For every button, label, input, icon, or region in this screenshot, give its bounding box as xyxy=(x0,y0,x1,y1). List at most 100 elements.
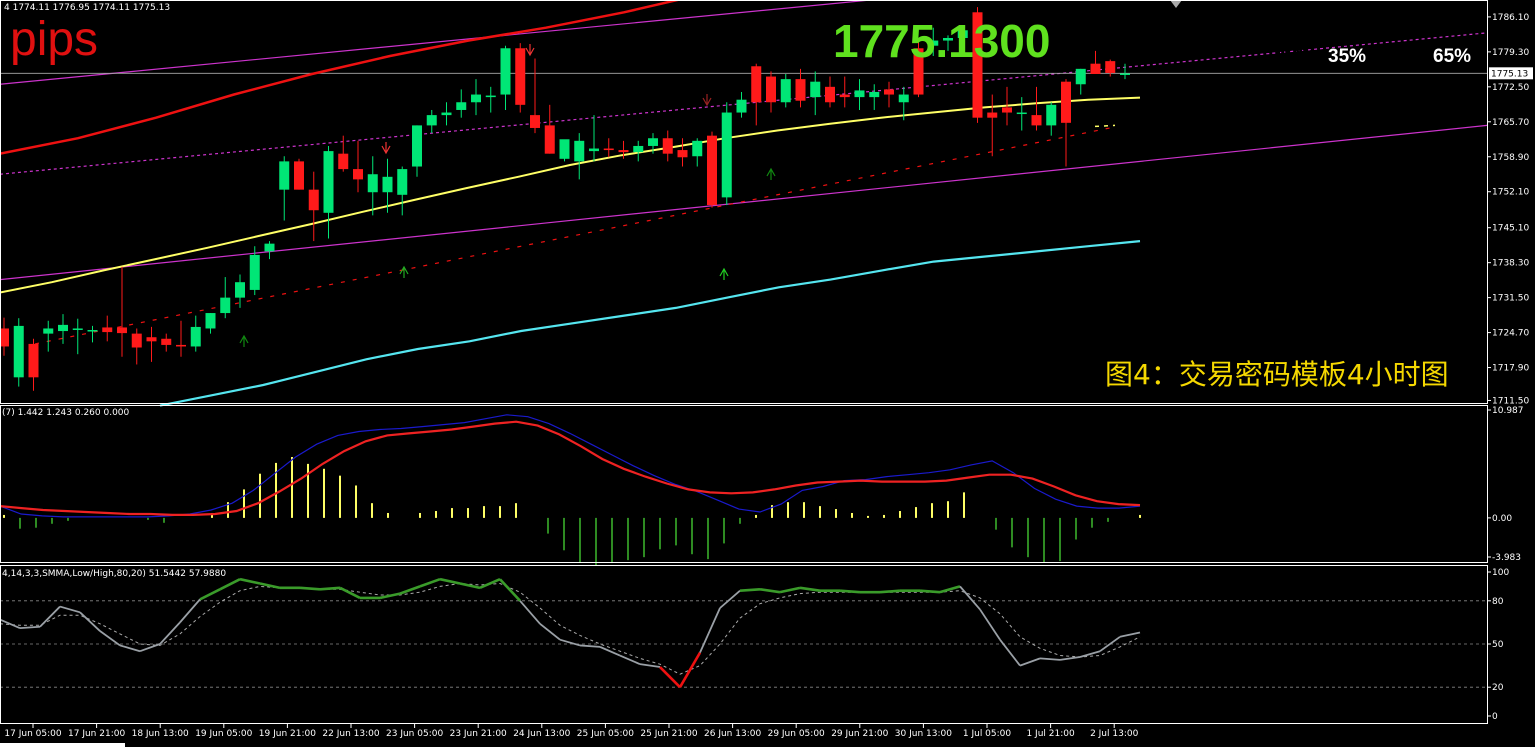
price-tag-text: 1775.13 xyxy=(1491,69,1528,79)
stoch-main-segment xyxy=(699,607,721,654)
time-tick-label: 1 Jul 05:00 xyxy=(963,729,1012,739)
candle-body xyxy=(87,330,98,332)
candle-body xyxy=(839,94,850,98)
candle-body xyxy=(633,145,644,153)
ma-yellow-line xyxy=(0,96,1141,294)
stoch-main-segment xyxy=(678,651,702,688)
stoch-main-segment xyxy=(479,578,501,590)
stoch-main-segment xyxy=(219,578,241,591)
candle-body xyxy=(220,297,231,314)
stoch-main-segment xyxy=(1059,656,1081,661)
ma-cyan-line xyxy=(159,240,1141,407)
macd-tick-label: -3.983 xyxy=(1492,553,1521,563)
price-tick-label: 1786.10 xyxy=(1492,13,1529,23)
candle-body xyxy=(530,115,540,128)
stoch-main-segment xyxy=(39,605,61,628)
candle-body xyxy=(382,176,393,193)
scrollbar-thumb xyxy=(0,743,125,747)
candle-body xyxy=(810,81,821,98)
candle-body xyxy=(707,135,717,206)
price-tick-label: 1779.30 xyxy=(1492,48,1529,58)
stoch-main-segment xyxy=(779,586,801,594)
price-tick-label: 1745.10 xyxy=(1492,224,1529,234)
time-tick-label: 1 Jul 21:00 xyxy=(1026,729,1075,739)
candle-body xyxy=(117,327,127,334)
time-tick-label: 17 Jun 21:00 xyxy=(68,729,125,739)
stoch-main-segment xyxy=(199,588,221,601)
stoch-main-segment xyxy=(299,586,321,591)
stoch-main-segment xyxy=(759,587,781,594)
price-tick-label: 1758.90 xyxy=(1492,153,1529,163)
stoch-main-segment xyxy=(799,586,821,593)
time-tick-label: 26 Jun 13:00 xyxy=(704,729,761,739)
stoch-tick-label: 0 xyxy=(1492,712,1498,722)
candle-body xyxy=(1031,115,1042,126)
candle-body xyxy=(264,243,275,252)
candle-body xyxy=(766,76,776,103)
stochastic-pane xyxy=(0,577,1487,689)
stoch-main-segment xyxy=(379,592,401,600)
big-price: 1775.1300 xyxy=(833,15,1051,67)
stoch-main-segment xyxy=(59,605,81,614)
candle-body xyxy=(603,148,614,151)
candle-body xyxy=(294,161,304,190)
price-tick-label: 1752.10 xyxy=(1492,188,1529,198)
stoch-main-segment xyxy=(419,577,441,588)
candle-body xyxy=(235,282,245,298)
candle-body xyxy=(559,139,570,159)
stoch-main-segment xyxy=(879,589,901,594)
stoch-main-segment xyxy=(159,621,181,645)
candle-body xyxy=(1075,68,1086,85)
channel-lower-line xyxy=(0,124,1488,281)
channel-upper-line xyxy=(0,0,877,85)
stoch-main-segment xyxy=(99,630,121,647)
buy-arrow-icon xyxy=(719,267,729,280)
candle-body xyxy=(544,125,555,154)
time-tick-label: 19 Jun 21:00 xyxy=(259,729,316,739)
stoch-main-segment xyxy=(499,578,521,602)
time-tick-label: 29 Jun 21:00 xyxy=(831,729,888,739)
price-tick-label: 1738.30 xyxy=(1492,259,1529,269)
candle-body xyxy=(618,150,629,153)
stoch-main-segment xyxy=(319,586,341,591)
candle-body xyxy=(161,338,172,345)
bay-label: BAY xyxy=(1276,46,1315,67)
time-tick-label: 23 Jun 05:00 xyxy=(386,729,443,739)
candle-body xyxy=(190,326,201,347)
candle-body xyxy=(721,112,732,198)
macd-tick-label: 0.00 xyxy=(1492,514,1512,524)
candle-body xyxy=(648,138,658,146)
candle-body xyxy=(898,94,909,103)
stoch-main-segment xyxy=(439,577,461,585)
candle-body xyxy=(338,153,349,170)
price-tick-label: 1765.70 xyxy=(1492,118,1529,128)
time-tick-label: 23 Jun 21:00 xyxy=(450,729,507,739)
time-tick-label: 25 Jun 05:00 xyxy=(577,729,634,739)
stoch-main-segment xyxy=(839,589,861,594)
time-tick-label: 18 Jun 13:00 xyxy=(132,729,189,739)
buy-arrow-icon xyxy=(399,265,409,278)
macd-pane-frame xyxy=(0,405,1488,563)
buy-arrow-icon xyxy=(766,167,776,180)
ma-red-line xyxy=(0,0,683,155)
stoch-main-segment xyxy=(1019,657,1041,667)
candle-body xyxy=(279,161,290,190)
candle-body xyxy=(28,343,39,378)
price-tick-label: 1731.50 xyxy=(1492,294,1529,304)
bay-value: 35% xyxy=(1328,46,1367,67)
trend-dashed-line xyxy=(34,127,1111,345)
stoch-main-segment xyxy=(539,623,561,641)
candle-body xyxy=(176,344,186,347)
stoch-main-segment xyxy=(739,587,761,593)
candle-body xyxy=(1061,81,1071,123)
stoch-main-segment xyxy=(119,644,141,653)
stoch-main-segment xyxy=(919,589,941,594)
stoch-main-segment xyxy=(639,663,661,668)
stoch-tick-label: 20 xyxy=(1492,683,1504,693)
candle-body xyxy=(574,140,585,162)
price-tick-label: 1711.50 xyxy=(1492,396,1529,406)
candle-body xyxy=(1002,107,1012,113)
time-tick-label: 19 Jun 05:00 xyxy=(195,729,252,739)
stoch-main-segment xyxy=(979,608,1001,641)
candle-body xyxy=(589,148,599,152)
